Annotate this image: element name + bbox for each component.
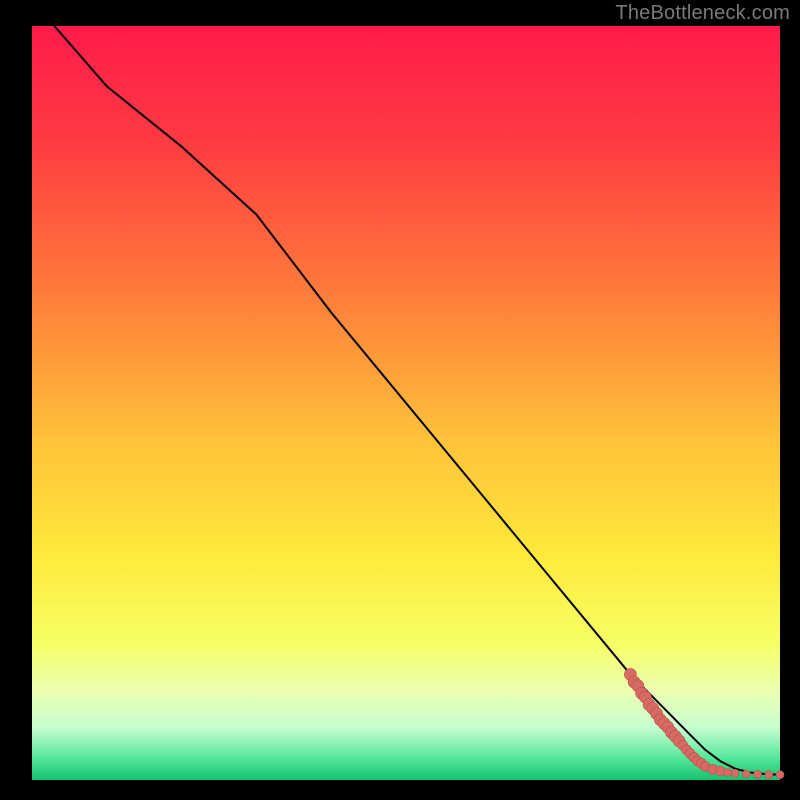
data-point <box>742 770 750 778</box>
data-point <box>724 769 732 777</box>
data-point <box>765 771 773 779</box>
data-point <box>776 771 784 779</box>
watermark-text: TheBottleneck.com <box>615 2 790 25</box>
bottleneck-chart <box>0 0 800 800</box>
chart-container: TheBottleneck.com <box>0 0 800 800</box>
data-point <box>731 769 739 777</box>
data-point <box>754 770 762 778</box>
